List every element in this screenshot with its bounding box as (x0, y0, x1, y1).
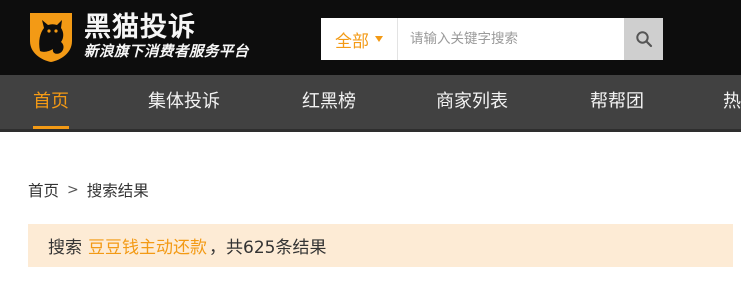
search-input[interactable] (398, 18, 624, 60)
search-category-dropdown[interactable]: 全部 (321, 18, 398, 60)
black-cat-shield-icon (30, 13, 72, 62)
nav-item-help-group[interactable]: 帮帮团 (590, 75, 644, 129)
nav-item-hot[interactable]: 热 (723, 75, 741, 129)
search-result-summary: 搜索 豆豆钱主动还款 ，共625条结果 (28, 224, 733, 267)
result-keyword: 豆豆钱主动还款 (88, 238, 207, 258)
search-bar: 全部 (321, 18, 663, 60)
logo-subtitle: 新浪旗下消费者服务平台 (84, 43, 249, 60)
breadcrumb: 首页 > 搜索结果 (28, 179, 149, 201)
main-nav: 首页 集体投诉 红黑榜 商家列表 帮帮团 热 (0, 75, 741, 132)
breadcrumb-current: 搜索结果 (86, 182, 149, 200)
result-count-text: ，共625条结果 (209, 238, 327, 258)
search-button[interactable] (624, 18, 663, 60)
nav-item-group-complaints[interactable]: 集体投诉 (148, 75, 220, 129)
site-header: 黑猫投诉 新浪旗下消费者服务平台 全部 (0, 0, 741, 75)
nav-item-red-black-list[interactable]: 红黑榜 (302, 75, 356, 129)
search-category-label: 全部 (335, 31, 369, 52)
breadcrumb-home-link[interactable]: 首页 (28, 179, 59, 201)
nav-item-merchant-list[interactable]: 商家列表 (436, 75, 508, 129)
logo-text: 黑猫投诉 新浪旗下消费者服务平台 (84, 11, 249, 62)
nav-item-home[interactable]: 首页 (33, 75, 69, 129)
caret-down-icon (375, 36, 383, 42)
breadcrumb-separator: > (67, 182, 79, 198)
site-logo[interactable]: 黑猫投诉 新浪旗下消费者服务平台 (26, 9, 276, 65)
search-icon (635, 31, 652, 48)
result-prefix: 搜索 (48, 238, 82, 258)
logo-title: 黑猫投诉 (84, 11, 196, 43)
